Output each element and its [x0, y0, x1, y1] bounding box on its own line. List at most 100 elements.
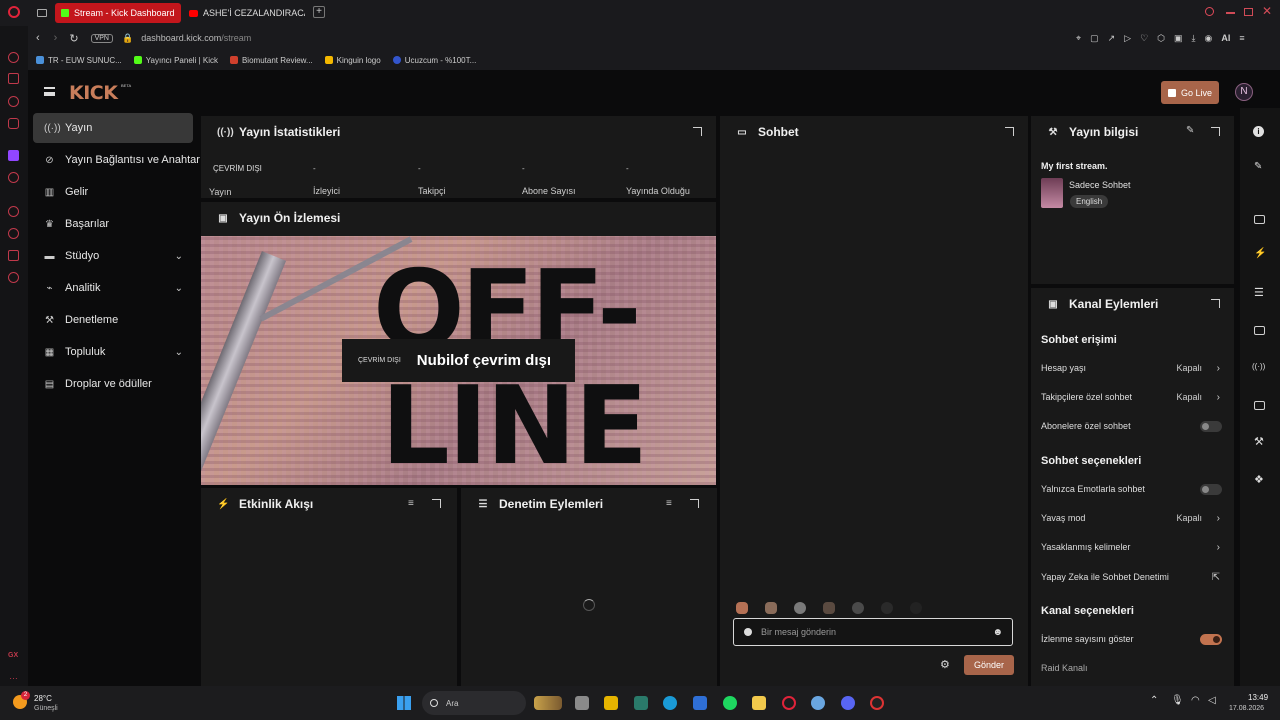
bookmark-item[interactable]: TR - EUW SUNUC... [36, 56, 122, 65]
tab-youtube-video[interactable]: ASHE'İ CEZALANDIRACAK! [183, 3, 305, 23]
avatar[interactable]: N [1235, 83, 1253, 101]
setting-row-followers-only[interactable]: Takipçilere özel sohbet Kapalı › [1041, 388, 1222, 406]
setting-row-account-age[interactable]: Hesap yaşı Kapalı › [1041, 359, 1222, 377]
sidebar-item-topluluk[interactable]: ▦ Topluluk ⌄ [33, 337, 193, 367]
share-icon[interactable]: ↗ [1108, 33, 1116, 44]
instagram-icon[interactable] [8, 118, 19, 129]
snapshot-icon[interactable]: ▢ [1090, 33, 1099, 44]
ai-button[interactable]: AI [1221, 33, 1230, 44]
chat-input[interactable]: Bir mesaj gönderin ☻ [733, 618, 1013, 646]
info-icon[interactable]: i [1253, 126, 1264, 137]
emote-icon[interactable] [736, 602, 748, 614]
tab-kick-dashboard[interactable]: Stream - Kick Dashboard [55, 3, 181, 23]
discord-icon[interactable] [841, 696, 855, 710]
url-field[interactable]: dashboard.kick.com/stream [141, 33, 251, 43]
setting-row-banned-words[interactable]: Yasaklanmış kelimeler › [1041, 538, 1222, 556]
emote-icon[interactable] [823, 602, 835, 614]
heart-icon[interactable]: ♡ [1140, 33, 1148, 44]
emote-icon[interactable] [910, 602, 922, 614]
popout-icon[interactable] [1005, 127, 1014, 136]
edge-icon[interactable] [663, 696, 677, 710]
search-highlight-icon[interactable] [534, 696, 562, 710]
volume-icon[interactable]: ◁ [1208, 695, 1216, 706]
setting-row-raid-channel[interactable]: Raid Kanalı [1041, 659, 1222, 677]
task-view-icon[interactable] [575, 696, 589, 710]
opera-gx-icon[interactable] [782, 696, 796, 710]
forward-icon[interactable]: › [54, 32, 58, 44]
edit-icon[interactable]: ✎ [1186, 125, 1194, 136]
file-explorer-icon[interactable] [752, 696, 766, 710]
send-button[interactable]: Gönder [964, 655, 1014, 675]
bookmark-item[interactable]: Biomutant Review... [229, 56, 313, 65]
setting-row-ai-moderation[interactable]: Yapay Zeka ile Sohbet Denetimi ⇱ [1041, 568, 1222, 586]
sidebar-item-droplar[interactable]: ▤ Droplar ve ödüller [33, 369, 193, 399]
vpn-badge[interactable]: VPN [90, 33, 113, 43]
minimize-button[interactable] [1226, 12, 1235, 14]
opera-logo-icon[interactable] [8, 6, 20, 18]
tray-chevron-up-icon[interactable]: ⌃ [1150, 695, 1158, 706]
menu-icon[interactable]: ≡ [1239, 33, 1244, 44]
emoji-icon[interactable]: ☻ [992, 627, 1003, 638]
emote-icon[interactable] [794, 602, 806, 614]
windows-start-icon[interactable] [397, 696, 411, 710]
gx-icon[interactable]: GX [8, 652, 18, 659]
setting-row-slow-mode[interactable]: Yavaş mod Kapalı › [1041, 509, 1222, 527]
close-window-button[interactable]: ✕ [1262, 4, 1272, 18]
league-client-icon[interactable] [634, 696, 648, 710]
search-tabs-icon[interactable] [1205, 7, 1214, 16]
kick-logo[interactable]: KICK [69, 82, 118, 104]
wrench-icon[interactable]: ⚒ [1254, 435, 1264, 448]
subscribers-only-toggle[interactable] [1200, 420, 1222, 432]
sidebar-item-denetleme[interactable]: ⚒ Denetleme [33, 305, 193, 335]
popout-icon[interactable] [690, 499, 699, 508]
preview-icon[interactable] [1254, 215, 1265, 224]
sidebar-item-studyo[interactable]: ▬ Stüdyo ⌄ [33, 241, 193, 271]
bookmark-item[interactable]: Yayıncı Paneli | Kick [133, 56, 218, 65]
back-icon[interactable]: ‹ [36, 32, 40, 44]
chat-settings-icon[interactable]: ⚙ [940, 658, 950, 671]
wifi-icon[interactable]: ◠ [1191, 695, 1200, 706]
settings-app-icon[interactable] [811, 696, 825, 710]
microphone-icon[interactable]: 🎙 [1171, 695, 1184, 706]
app-icon[interactable] [870, 696, 884, 710]
sidebar-item-gelir[interactable]: ▥ Gelir [33, 177, 193, 207]
settings-icon[interactable] [8, 272, 19, 283]
emote-only-toggle[interactable] [1200, 483, 1222, 495]
chat-icon[interactable] [1254, 326, 1265, 335]
new-tab-button[interactable]: + [313, 6, 325, 18]
clock-date[interactable]: 17.08.2026 [1229, 705, 1264, 712]
aria-icon[interactable] [8, 52, 19, 63]
play-icon[interactable]: ▷ [1124, 33, 1131, 44]
wallet-icon[interactable]: ▣ [1174, 33, 1183, 44]
tab-menu-icon[interactable] [37, 9, 47, 17]
channel-icon[interactable] [1254, 401, 1265, 410]
twitch-icon[interactable] [8, 150, 19, 161]
sidebar-item-stream-key[interactable]: ⊘ Yayın Bağlantısı ve Anahtarı [33, 145, 205, 175]
taskbar-search[interactable]: Ara [422, 691, 526, 715]
bookmark-item[interactable]: Ucuzcum - %100T... [392, 56, 476, 65]
hamburger-menu-icon[interactable] [44, 87, 55, 96]
broadcast-icon[interactable]: ((·)) [1252, 362, 1265, 371]
clock-time[interactable]: 13:49 [1248, 693, 1268, 702]
history-icon[interactable] [8, 228, 19, 239]
download-icon[interactable]: ⤓ [1192, 33, 1196, 44]
riot-client-icon[interactable] [604, 696, 618, 710]
emote-icon[interactable] [881, 602, 893, 614]
crypto-wallet-icon[interactable] [8, 73, 19, 84]
popout-icon[interactable] [432, 499, 441, 508]
messenger-icon[interactable] [8, 96, 19, 107]
emote-icon[interactable] [765, 602, 777, 614]
more-icon[interactable]: … [9, 671, 18, 681]
popout-icon[interactable] [1211, 299, 1220, 308]
popout-icon[interactable] [1211, 127, 1220, 136]
sidebar-item-yayin[interactable]: ((·)) Yayın [33, 113, 193, 143]
go-live-button[interactable]: Go Live [1161, 81, 1219, 104]
lightning-icon[interactable]: ⚡ [1254, 248, 1266, 259]
extensions-icon[interactable]: ⬡ [1157, 33, 1165, 44]
community-icon[interactable]: ❖ [1254, 473, 1264, 486]
popout-icon[interactable] [693, 127, 702, 136]
camera-icon[interactable]: ◉ [1205, 33, 1213, 44]
maximize-button[interactable] [1244, 8, 1253, 16]
bookmark-item[interactable]: Kinguin logo [324, 56, 381, 65]
sidebar-item-analitik[interactable]: ⌁ Analitik ⌄ [33, 273, 193, 303]
